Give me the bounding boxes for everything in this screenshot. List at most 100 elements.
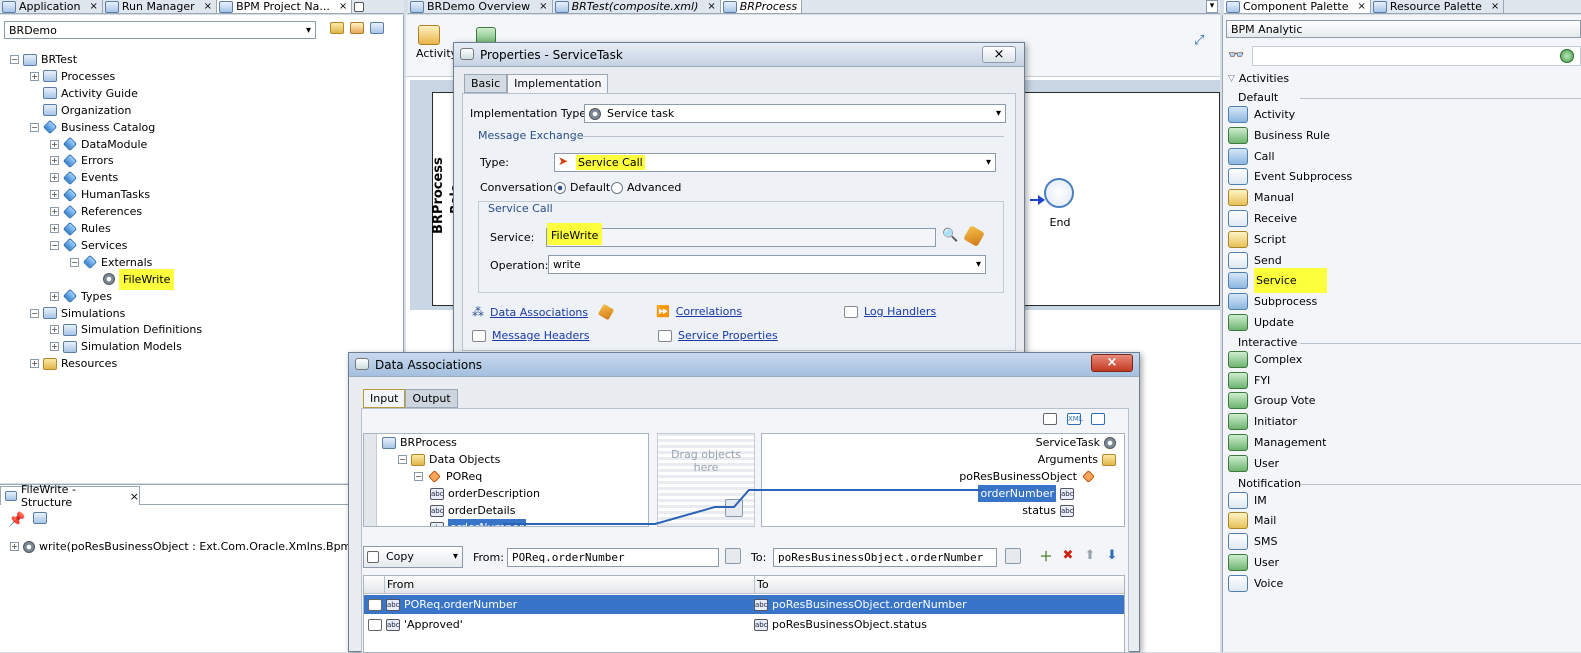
grid-header-from[interactable]: From [384,576,754,594]
data-associations-title-bar[interactable]: Data Associations × [349,353,1139,377]
auto-map-icon[interactable] [1091,413,1105,425]
palette-item[interactable]: User [1228,453,1279,474]
open-folder-icon[interactable] [330,22,344,34]
close-icon[interactable]: × [707,0,715,13]
project-tree-item[interactable]: + Simulation Models [50,338,182,355]
navigator-options-icon[interactable] [370,22,384,34]
palette-item[interactable]: Update [1228,312,1294,333]
project-tree-item[interactable]: + Resources [30,355,117,372]
tab-resource-palette[interactable]: Resource Palette × [1371,0,1505,13]
target-tree-item[interactable]: Arguments [1038,451,1116,468]
from-expression-icon[interactable] [725,548,741,564]
palette-item[interactable]: User [1228,552,1279,573]
data-associations-close-button[interactable]: × [1091,354,1133,372]
log-handlers-link[interactable]: Log Handlers [864,305,936,318]
project-tree-item[interactable]: − BRTest [10,51,77,68]
palette-item[interactable]: Script [1228,229,1286,250]
tab-basic[interactable]: Basic [464,74,508,93]
move-down-icon[interactable]: ⬇ [1103,546,1121,564]
collapse-icon[interactable]: − [10,55,19,64]
source-tree-item[interactable]: BRProcess [382,434,457,451]
new-project-icon[interactable] [350,22,364,34]
activities-header[interactable]: ▽ Activities [1228,71,1581,87]
palette-item[interactable]: Group Vote [1228,390,1315,411]
tab-implementation[interactable]: Implementation [507,74,609,93]
project-tree-item[interactable]: Organization [30,102,131,119]
source-tree-item[interactable]: abc orderDetails [430,502,515,519]
palette-search-input[interactable] [1252,46,1581,66]
palette-item[interactable]: Event Subprocess [1228,166,1352,187]
palette-item[interactable]: Voice [1228,573,1283,594]
tab-list-button[interactable]: ▾ [1206,0,1218,13]
from-field[interactable]: POReq.orderNumber [507,548,719,567]
correlations-link[interactable]: Correlations [676,305,742,318]
expand-icon[interactable]: + [50,207,59,217]
project-tree-item[interactable]: + Processes [30,68,115,85]
expand-icon[interactable]: + [10,542,19,551]
project-tree-item[interactable]: FileWrite [90,268,175,290]
project-tree-item[interactable]: + Errors [50,152,114,169]
structure-row[interactable]: + write(poResBusinessObject : Ext.Com.Or… [10,538,387,555]
palette-item[interactable]: IM [1228,490,1267,511]
palette-item[interactable]: Call [1228,146,1275,167]
project-tree-item[interactable]: + References [50,203,142,220]
palette-item[interactable]: Management [1228,432,1326,453]
expand-icon[interactable]: + [50,139,59,149]
tab-input[interactable]: Input [363,389,406,408]
service-field[interactable] [546,228,936,247]
activity-tool-icon[interactable] [418,25,440,45]
xml-icon[interactable]: XML [1067,413,1083,425]
project-selector[interactable]: BRDemo [4,21,316,39]
expand-icon[interactable]: + [30,359,39,369]
close-icon[interactable]: × [339,0,347,13]
palette-dropdown[interactable]: BPM Analytic [1226,20,1581,38]
expand-icon[interactable]: + [50,291,59,301]
project-tree-item[interactable]: + Simulation Definitions [50,321,202,338]
end-event[interactable] [1044,178,1074,208]
to-field[interactable]: poResBusinessObject.orderNumber [773,548,997,567]
table-row[interactable]: abc POReq.orderNumber abc poResBusinessObje… [364,595,1124,614]
properties-close-button[interactable]: × [982,46,1016,63]
service-properties-link[interactable]: Service Properties [678,329,778,342]
project-tree-item[interactable]: Activity Guide [30,85,138,102]
tab-composite[interactable]: BRTest(composite.xml) × [553,0,721,13]
collapse-icon[interactable]: − [414,472,423,481]
collapse-icon[interactable]: − [398,455,407,464]
collapse-icon[interactable]: − [30,122,39,132]
project-tree-item[interactable]: + Rules [50,220,111,237]
source-tree-item[interactable]: − Data Objects [398,451,500,468]
tab-brdemo-overview[interactable]: BRDemo Overview × [408,0,553,13]
expand-icon[interactable]: + [50,325,59,335]
edit-associations-icon[interactable] [597,303,615,321]
go-icon[interactable] [1560,49,1574,63]
close-icon[interactable]: × [1491,0,1499,13]
conversation-default-radio[interactable]: Default [554,181,610,194]
source-tree-item[interactable]: abc orderDescription [430,485,540,502]
project-tree-item[interactable]: − Simulations [30,305,125,322]
project-tree-item[interactable]: + DataModule [50,136,147,153]
data-associations-link[interactable]: Data Associations [490,306,588,319]
collapse-icon[interactable]: − [70,257,79,267]
palette-item[interactable]: Activity [1228,104,1295,125]
close-icon[interactable]: × [89,0,97,13]
tab-brprocess[interactable]: BRProcess [720,0,803,13]
source-tree-scrollbar[interactable] [364,434,377,526]
expression-icon[interactable] [725,499,743,517]
properties-dialog-title-bar[interactable]: Properties - ServiceTask × [454,43,1024,67]
expand-icon[interactable]: + [50,190,59,200]
move-up-icon[interactable]: ⬆ [1081,546,1099,564]
expand-icon[interactable]: + [50,224,59,233]
target-tree-item[interactable]: ServiceTask [1036,434,1116,451]
binoculars-icon[interactable]: 👓 [1228,48,1244,63]
structure-properties-icon[interactable] [33,512,48,524]
palette-item[interactable]: Mail [1228,510,1276,531]
tab-component-palette[interactable]: Component Palette × [1224,0,1371,13]
search-icon[interactable]: 🔍 [942,228,958,243]
tab-bpm-project-navigator[interactable]: BPM Project Na... × [217,0,353,13]
project-tree-item[interactable]: + Types [50,288,112,305]
structure-tab[interactable]: FileWrite - Structure × [0,483,140,509]
project-tree-item[interactable]: + Events [50,169,118,186]
tab-application[interactable]: Application × [0,0,103,13]
conversation-advanced-radio[interactable]: Advanced [611,181,681,194]
expand-icon[interactable]: + [50,156,59,166]
